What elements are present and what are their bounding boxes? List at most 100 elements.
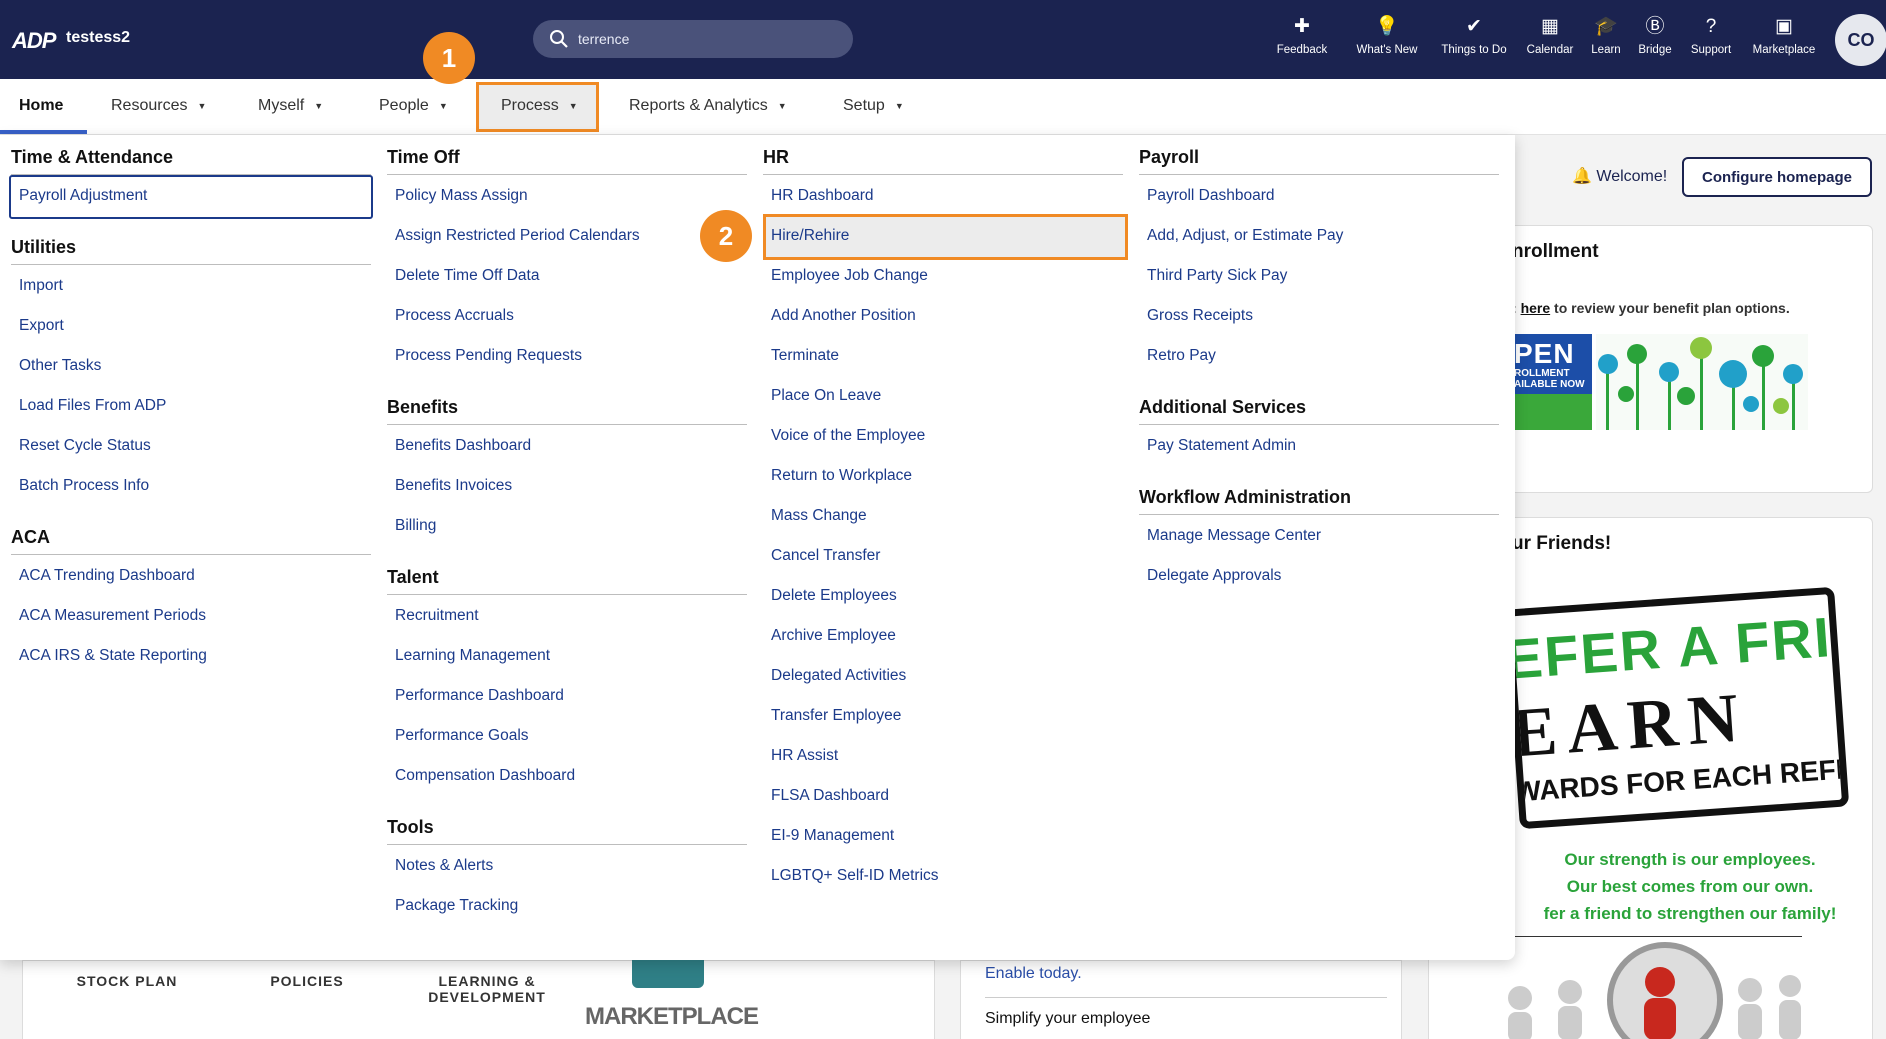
menu-archive-employee[interactable]: Archive Employee — [771, 627, 896, 645]
feedback-button[interactable]: ✚ Feedback — [1260, 14, 1344, 56]
menu-return-to-workplace[interactable]: Return to Workplace — [771, 467, 912, 485]
adp-logo[interactable]: ADP — [12, 28, 56, 54]
top-bar: ADP testess2 ✚Feedback 💡What's New ✔Thin… — [0, 0, 1886, 79]
menu-pay-statement-admin[interactable]: Pay Statement Admin — [1147, 437, 1296, 455]
learn-button[interactable]: 🎓 Learn — [1582, 14, 1630, 56]
menu-mass-change[interactable]: Mass Change — [771, 507, 867, 525]
active-tab-indicator — [0, 130, 87, 134]
configure-homepage-button[interactable]: Configure homepage — [1682, 157, 1872, 197]
menu-reset-cycle-status[interactable]: Reset Cycle Status — [19, 437, 151, 455]
menu-billing[interactable]: Billing — [395, 517, 436, 535]
menu-process-accruals[interactable]: Process Accruals — [395, 307, 514, 325]
menu-retro-pay[interactable]: Retro Pay — [1147, 347, 1216, 365]
people-figures-image — [1508, 942, 1801, 1039]
menu-flsa-dashboard[interactable]: FLSA Dashboard — [771, 787, 889, 805]
chevron-down-icon: ▼ — [777, 100, 787, 111]
section-additional-services: Additional Services — [1139, 397, 1499, 425]
menu-delegate-approvals[interactable]: Delegate Approvals — [1147, 567, 1281, 585]
menu-benefits-dashboard[interactable]: Benefits Dashboard — [395, 437, 531, 455]
menu-performance-goals[interactable]: Performance Goals — [395, 727, 529, 745]
menu-hire-rehire[interactable]: Hire/Rehire — [771, 227, 849, 245]
menu-batch-process-info[interactable]: Batch Process Info — [19, 477, 149, 495]
menu-place-on-leave[interactable]: Place On Leave — [771, 387, 881, 405]
chevron-down-icon: ▼ — [438, 100, 448, 111]
menu-cancel-transfer[interactable]: Cancel Transfer — [771, 547, 880, 565]
menu-compensation-dashboard[interactable]: Compensation Dashboard — [395, 767, 575, 785]
menu-third-party-sick-pay[interactable]: Third Party Sick Pay — [1147, 267, 1287, 285]
bridge-icon: Ⓑ — [1645, 16, 1665, 37]
menu-export[interactable]: Export — [19, 317, 64, 335]
search-input[interactable] — [578, 29, 828, 49]
support-button[interactable]: ? Support — [1680, 14, 1742, 56]
menu-notes-alerts[interactable]: Notes & Alerts — [395, 857, 493, 875]
menu-process-pending-requests[interactable]: Process Pending Requests — [395, 347, 582, 365]
enrollment-link[interactable]: here — [1521, 300, 1551, 316]
refer-a-friend-stamp: EFER A FRIEND EARN WARDS FOR EACH REFERR… — [1504, 586, 1850, 830]
menu-delegated-activities[interactable]: Delegated Activities — [771, 667, 906, 685]
calendar-button[interactable]: ▦ Calendar — [1518, 14, 1582, 56]
marketplace-button[interactable]: ▣ Marketplace — [1742, 14, 1826, 56]
enable-today-link[interactable]: Enable today. — [985, 965, 1082, 983]
nav-process[interactable]: Process ▼ — [501, 97, 578, 115]
menu-learning-management[interactable]: Learning Management — [395, 647, 550, 665]
nav-resources[interactable]: Resources ▼ — [111, 97, 206, 115]
menu-hr-assist[interactable]: HR Assist — [771, 747, 838, 765]
menu-package-tracking[interactable]: Package Tracking — [395, 897, 518, 915]
section-payroll: Payroll — [1139, 147, 1499, 175]
menu-policy-mass-assign[interactable]: Policy Mass Assign — [395, 187, 528, 205]
menu-hr-dashboard[interactable]: HR Dashboard — [771, 187, 874, 205]
menu-payroll-adjustment[interactable]: Payroll Adjustment — [19, 187, 147, 205]
learning-development-link[interactable]: LEARNING & DEVELOPMENT — [412, 973, 562, 1005]
section-benefits: Benefits — [387, 397, 747, 425]
marketplace-link[interactable]: MARKETPLACE — [585, 1003, 759, 1031]
tenant-name: testess2 — [66, 29, 131, 46]
menu-add-another-position[interactable]: Add Another Position — [771, 307, 916, 325]
menu-delete-employees[interactable]: Delete Employees — [771, 587, 897, 605]
menu-delete-time-off-data[interactable]: Delete Time Off Data — [395, 267, 539, 285]
nav-setup[interactable]: Setup ▼ — [843, 97, 904, 115]
menu-assign-restricted-calendars[interactable]: Assign Restricted Period Calendars — [395, 227, 640, 245]
menu-aca-measurement[interactable]: ACA Measurement Periods — [19, 607, 206, 625]
section-aca: ACA — [11, 527, 371, 555]
bridge-button[interactable]: Ⓑ Bridge — [1630, 14, 1680, 56]
section-time-off: Time Off — [387, 147, 747, 175]
menu-payroll-dashboard[interactable]: Payroll Dashboard — [1147, 187, 1275, 205]
feedback-icon: ✚ — [1294, 16, 1310, 37]
process-mega-menu: Time & Attendance Payroll Adjustment Uti… — [0, 135, 1515, 960]
search-bar[interactable] — [533, 20, 853, 58]
step-2-badge: 2 — [700, 210, 752, 262]
main-nav: Home Resources ▼ Myself ▼ People ▼ Process ▼… — [0, 79, 1886, 135]
nav-home[interactable]: Home — [19, 97, 63, 115]
menu-employee-job-change[interactable]: Employee Job Change — [771, 267, 928, 285]
simplify-text: Simplify your employee — [985, 1010, 1151, 1027]
marketplace-icon: ▣ — [1775, 16, 1793, 37]
menu-voice-of-employee[interactable]: Voice of the Employee — [771, 427, 925, 445]
menu-gross-receipts[interactable]: Gross Receipts — [1147, 307, 1253, 325]
policies-link[interactable]: POLICIES — [232, 973, 382, 989]
friends-title: ur Friends! — [1512, 533, 1612, 554]
chevron-down-icon: ▼ — [568, 100, 578, 111]
menu-aca-trending[interactable]: ACA Trending Dashboard — [19, 567, 195, 585]
stock-plan-link[interactable]: STOCK PLAN — [52, 973, 202, 989]
chevron-down-icon: ▼ — [894, 100, 904, 111]
menu-benefits-invoices[interactable]: Benefits Invoices — [395, 477, 512, 495]
menu-ei9-management[interactable]: EI-9 Management — [771, 827, 894, 845]
whats-new-button[interactable]: 💡 What's New — [1344, 14, 1430, 56]
nav-myself[interactable]: Myself ▼ — [258, 97, 323, 115]
menu-performance-dashboard[interactable]: Performance Dashboard — [395, 687, 564, 705]
menu-lgbtq-self-id-metrics[interactable]: LGBTQ+ Self-ID Metrics — [771, 867, 939, 885]
things-to-do-button[interactable]: ✔ Things to Do — [1430, 14, 1518, 56]
menu-load-files[interactable]: Load Files From ADP — [19, 397, 166, 415]
menu-import[interactable]: Import — [19, 277, 63, 295]
avatar[interactable]: CO — [1835, 14, 1886, 66]
nav-reports-analytics[interactable]: Reports & Analytics ▼ — [629, 97, 787, 115]
menu-add-adjust-estimate-pay[interactable]: Add, Adjust, or Estimate Pay — [1147, 227, 1343, 245]
menu-recruitment[interactable]: Recruitment — [395, 607, 479, 625]
menu-other-tasks[interactable]: Other Tasks — [19, 357, 101, 375]
divider — [985, 997, 1387, 998]
menu-aca-irs-state[interactable]: ACA IRS & State Reporting — [19, 647, 207, 665]
menu-terminate[interactable]: Terminate — [771, 347, 839, 365]
menu-transfer-employee[interactable]: Transfer Employee — [771, 707, 901, 725]
menu-manage-message-center[interactable]: Manage Message Center — [1147, 527, 1321, 545]
nav-people[interactable]: People ▼ — [379, 97, 448, 115]
